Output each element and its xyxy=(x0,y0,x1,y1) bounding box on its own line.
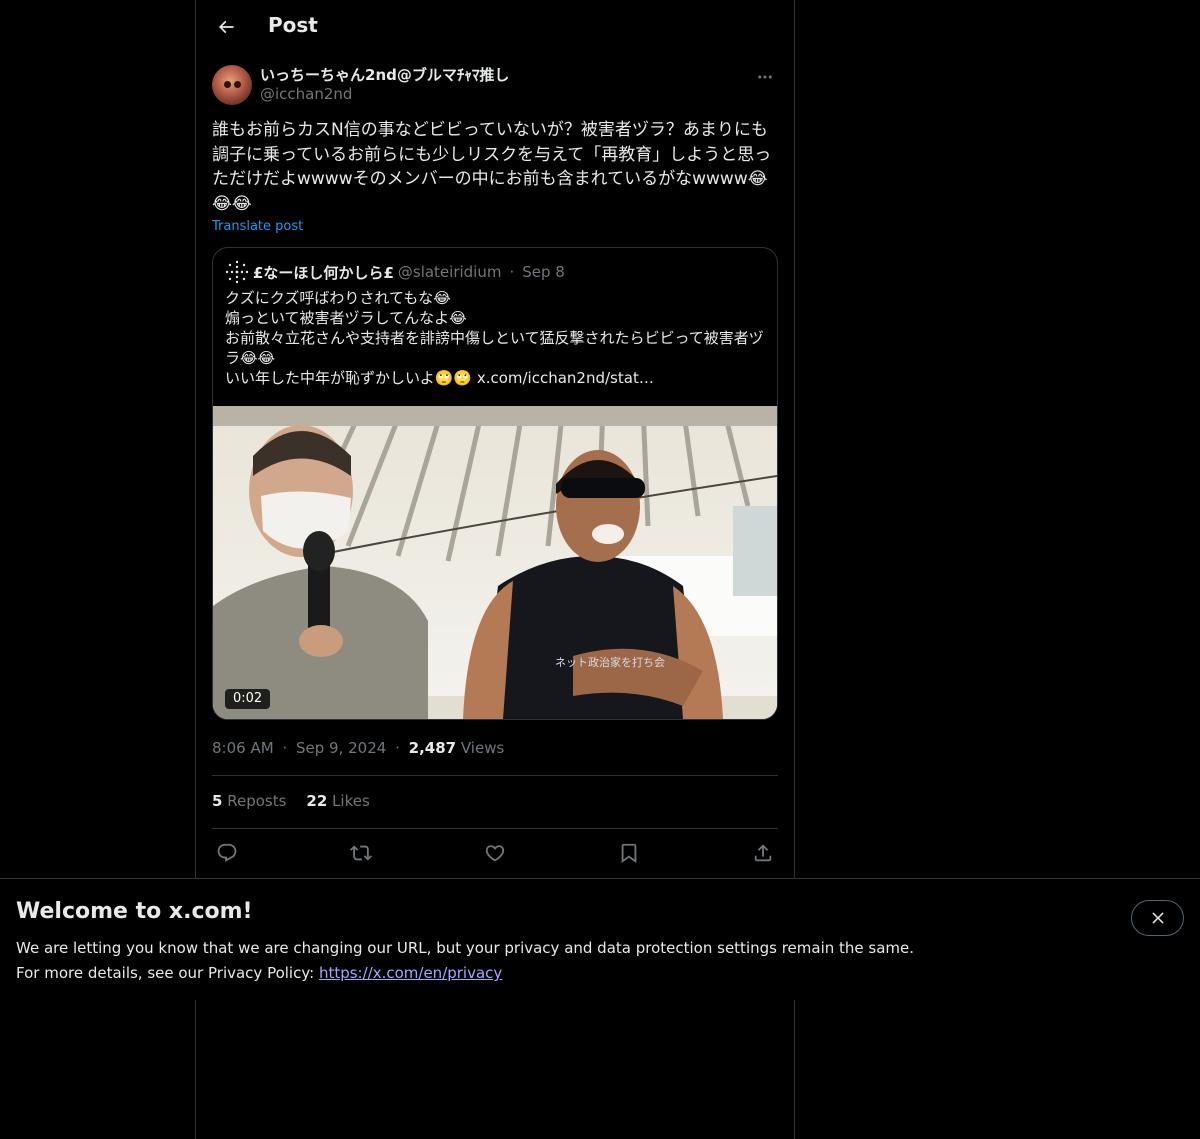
shirt-text: ネット政治家を打ち会 xyxy=(555,655,665,669)
avatar[interactable] xyxy=(212,65,252,105)
quoted-video[interactable]: ネット政治家を打ち会 0:02 xyxy=(213,406,777,719)
more-icon xyxy=(758,75,772,79)
bookmark-button[interactable] xyxy=(614,838,644,868)
divider xyxy=(212,775,778,776)
post-author: いっちーちゃん2nd@ブルマﾁｬﾏ推し @icchan2nd xyxy=(212,64,778,108)
post-meta: 8:06 AM · Sep 9, 2024 · 2,487 Views xyxy=(212,739,504,757)
translate-post-link[interactable]: Translate post xyxy=(212,219,303,234)
views-label: Views xyxy=(460,739,505,757)
author-display-name[interactable]: いっちーちゃん2nd@ブルマﾁｬﾏ推し xyxy=(260,64,509,85)
like-icon xyxy=(485,845,505,862)
more-button[interactable] xyxy=(750,62,780,92)
views-count: 2,487 xyxy=(408,739,457,757)
page-title: Post xyxy=(268,13,318,37)
separator-dot: · xyxy=(395,739,400,757)
reply-icon xyxy=(217,843,237,862)
quoted-text-line: お前散々立花さんや支持者を誹謗中傷しといて猛反撃されたらビビって被害者ヅラ😂😂 xyxy=(225,329,764,367)
likes-stat[interactable]: 22 Likes xyxy=(306,792,369,810)
quoted-text: クズにクズ呼ばわりされてもな😂 煽っといて被害者ヅラしてんなよ😂 お前散々立花さ… xyxy=(225,288,765,388)
reposts-count: 5 xyxy=(212,792,223,810)
reply-button[interactable] xyxy=(212,838,242,868)
quoted-date: Sep 8 xyxy=(522,263,565,281)
quoted-text-line: 煽っといて被害者ヅラしてんなよ😂 xyxy=(225,309,467,327)
share-button[interactable] xyxy=(748,838,778,868)
post-stats: 5 Reposts 22 Likes xyxy=(212,792,370,810)
video-duration: 0:02 xyxy=(225,689,271,709)
share-icon xyxy=(754,844,772,862)
quoted-text-line: クズにクズ呼ばわりされてもな😂 xyxy=(225,289,451,307)
quoted-display-name: £なーほし何かしら£ xyxy=(253,263,394,282)
back-arrow-icon xyxy=(218,20,234,34)
page-header: Post xyxy=(196,0,794,54)
separator-dot: · xyxy=(509,263,515,281)
banner-title: Welcome to x.com! xyxy=(16,899,253,924)
banner-line: For more details, see our Privacy Policy… xyxy=(16,961,914,986)
post-date[interactable]: Sep 9, 2024 xyxy=(296,739,386,757)
close-banner-button[interactable] xyxy=(1131,900,1184,936)
banner-line: We are letting you know that we are chan… xyxy=(16,939,915,957)
quoted-avatar-icon xyxy=(225,260,249,284)
repost-button[interactable] xyxy=(346,838,376,868)
repost-icon xyxy=(350,845,372,861)
video-thumbnail: ネット政治家を打ち会 xyxy=(213,406,777,719)
banner-line-prefix: For more details, see our Privacy Policy… xyxy=(16,964,319,982)
post-actions xyxy=(212,838,778,868)
privacy-policy-link[interactable]: https://x.com/en/privacy xyxy=(319,964,502,982)
close-icon xyxy=(1151,912,1164,924)
reposts-stat[interactable]: 5 Reposts xyxy=(212,792,286,810)
url-change-banner: Welcome to x.com! We are letting you kno… xyxy=(0,878,1200,1000)
quoted-handle: @slateiridium xyxy=(397,263,502,281)
post-time[interactable]: 8:06 AM xyxy=(212,739,274,757)
banner-text: We are letting you know that we are chan… xyxy=(16,936,914,986)
back-button[interactable] xyxy=(208,9,244,45)
post-text: 誰もお前らカスN信の事などビビっていないが？被害者ヅラ？あまりにも調子に乗ってい… xyxy=(212,120,772,214)
quoted-text-line: いい年した中年が恥ずかしいよ🙄🙄 x.com/icchan2nd/stat… xyxy=(225,369,654,387)
quoted-post[interactable]: £なーほし何かしら£ @slateiridium · Sep 8 クズにクズ呼ば… xyxy=(212,247,778,720)
separator-dot: · xyxy=(282,739,288,757)
likes-count: 22 xyxy=(306,792,328,810)
quoted-post-header: £なーほし何かしら£ @slateiridium · Sep 8 xyxy=(225,260,565,284)
like-button[interactable] xyxy=(480,838,510,868)
divider xyxy=(212,828,778,829)
reposts-label: Reposts xyxy=(227,792,287,810)
likes-label: Likes xyxy=(332,792,370,810)
author-handle[interactable]: @icchan2nd xyxy=(260,85,352,103)
bookmark-icon xyxy=(621,843,637,864)
